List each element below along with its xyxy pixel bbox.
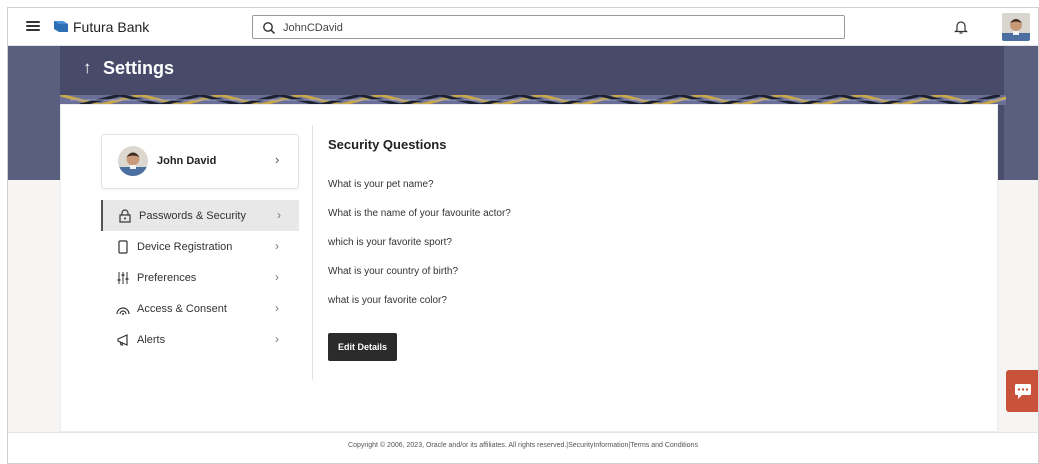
security-question: What is your pet name? bbox=[328, 179, 434, 190]
menu-item-device-registration[interactable]: Device Registration › bbox=[101, 231, 299, 262]
bell-icon[interactable] bbox=[954, 19, 968, 35]
menu-item-label: Access & Consent bbox=[137, 303, 227, 315]
chevron-right-icon: › bbox=[275, 332, 279, 346]
menu-item-passwords-security[interactable]: Passwords & Security › bbox=[101, 200, 299, 231]
edit-details-button[interactable]: Edit Details bbox=[328, 333, 397, 361]
menu-item-alerts[interactable]: Alerts › bbox=[101, 324, 299, 355]
footer: Copyright © 2006, 2023, Oracle and/or it… bbox=[8, 432, 1038, 463]
chevron-right-icon: › bbox=[275, 239, 279, 253]
section-title: Security Questions bbox=[328, 137, 447, 152]
security-question: What is your country of birth? bbox=[328, 266, 459, 277]
mobile-icon bbox=[118, 240, 128, 254]
chevron-right-icon[interactable]: › bbox=[275, 152, 279, 167]
lock-icon bbox=[119, 209, 131, 223]
chevron-right-icon: › bbox=[275, 270, 279, 284]
page-title: Settings bbox=[103, 58, 175, 78]
sliders-icon bbox=[117, 272, 129, 284]
up-arrow-icon[interactable]: ↑ bbox=[83, 58, 92, 78]
settings-menu: Passwords & Security › Device Registrati… bbox=[101, 200, 299, 355]
menu-item-label: Passwords & Security bbox=[139, 210, 246, 222]
hamburger-icon[interactable] bbox=[26, 21, 40, 31]
search-input[interactable] bbox=[283, 19, 823, 36]
futura-flag-icon bbox=[54, 21, 68, 32]
chevron-right-icon: › bbox=[277, 208, 281, 222]
profile-avatar bbox=[118, 146, 148, 176]
access-icon bbox=[116, 307, 130, 315]
menu-item-access-consent[interactable]: Access & Consent › bbox=[101, 293, 299, 324]
top-bar: Futura Bank bbox=[8, 8, 1038, 46]
footer-text[interactable]: Copyright © 2006, 2023, Oracle and/or it… bbox=[8, 442, 1038, 449]
search-icon bbox=[263, 22, 276, 35]
brand-name[interactable]: Futura Bank bbox=[73, 19, 149, 35]
divider bbox=[312, 125, 313, 380]
chevron-right-icon: › bbox=[275, 301, 279, 315]
security-question: which is your favorite sport? bbox=[328, 237, 452, 248]
settings-card: John David › Passwords & Security › Devi… bbox=[60, 104, 998, 432]
app-window: Futura Bank JohnCDavid ↑ Settings John D… bbox=[7, 7, 1039, 464]
menu-item-label: Device Registration bbox=[137, 241, 233, 253]
profile-name: John David bbox=[157, 155, 217, 167]
chat-button[interactable] bbox=[1006, 370, 1038, 412]
search-box[interactable] bbox=[252, 15, 845, 39]
profile-card[interactable]: John David › bbox=[101, 134, 299, 189]
menu-item-label: Preferences bbox=[137, 272, 197, 284]
security-question: What is the name of your favourite actor… bbox=[328, 208, 511, 219]
menu-item-label: Alerts bbox=[137, 334, 166, 346]
user-avatar[interactable] bbox=[1002, 13, 1030, 41]
chat-icon bbox=[1015, 384, 1031, 399]
security-question: what is your favorite color? bbox=[328, 295, 447, 306]
megaphone-icon bbox=[117, 334, 128, 346]
menu-item-preferences[interactable]: Preferences › bbox=[101, 262, 299, 293]
